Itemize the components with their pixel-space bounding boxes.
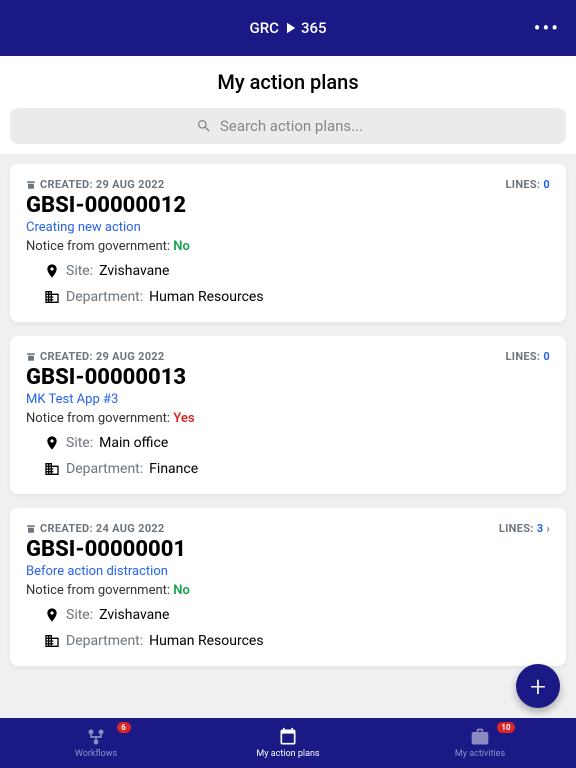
brand-text-left: GRC bbox=[249, 19, 278, 37]
plan-id: GBSI-00000013 bbox=[26, 365, 550, 390]
plan-id: GBSI-00000012 bbox=[26, 193, 550, 218]
gov-notice: Notice from government: No bbox=[26, 239, 550, 254]
dept-row: Department: Finance bbox=[44, 460, 550, 478]
calendar-icon: 31 bbox=[277, 727, 299, 747]
nav-activities[interactable]: 10 My activities bbox=[384, 718, 576, 768]
card-header: CREATED: 29 AUG 2022 LINES: 0 bbox=[26, 350, 550, 363]
brand-text-right: 365 bbox=[301, 19, 327, 37]
archive-icon bbox=[26, 180, 36, 190]
add-button[interactable]: + bbox=[516, 664, 560, 708]
site-row: Site: Zvishavane bbox=[44, 606, 550, 624]
search-icon bbox=[196, 118, 212, 134]
plan-name[interactable]: Creating new action bbox=[26, 220, 550, 235]
cards-list: CREATED: 29 AUG 2022 LINES: 0 GBSI-00000… bbox=[0, 154, 576, 690]
plan-name[interactable]: Before action distraction bbox=[26, 564, 550, 579]
building-icon bbox=[44, 288, 60, 306]
nav-plans-label: My action plans bbox=[256, 749, 319, 759]
lines-count[interactable]: LINES: 3 › bbox=[499, 522, 550, 535]
nav-workflows[interactable]: 6 Workflows bbox=[0, 718, 192, 768]
plan-id: GBSI-00000001 bbox=[26, 537, 550, 562]
search-input[interactable] bbox=[220, 117, 380, 135]
search-bar[interactable] bbox=[10, 108, 566, 144]
play-icon bbox=[281, 19, 299, 37]
lines-count: LINES: 0 bbox=[506, 178, 550, 191]
app-header: GRC 365 ••• bbox=[0, 0, 576, 56]
workflows-icon bbox=[85, 727, 107, 747]
nav-plans[interactable]: 31 My action plans bbox=[192, 718, 384, 768]
plan-card[interactable]: CREATED: 24 AUG 2022 LINES: 3 › GBSI-000… bbox=[10, 508, 566, 666]
archive-icon bbox=[26, 352, 36, 362]
plan-card[interactable]: CREATED: 29 AUG 2022 LINES: 0 GBSI-00000… bbox=[10, 336, 566, 494]
lines-count: LINES: 0 bbox=[506, 350, 550, 363]
activities-icon bbox=[469, 727, 491, 747]
pin-icon bbox=[44, 434, 60, 452]
created-date: CREATED: 29 AUG 2022 bbox=[26, 178, 165, 191]
site-row: Site: Main office bbox=[44, 434, 550, 452]
created-date: CREATED: 29 AUG 2022 bbox=[26, 350, 165, 363]
created-date: CREATED: 24 AUG 2022 bbox=[26, 522, 165, 535]
nav-workflows-label: Workflows bbox=[75, 749, 117, 759]
workflows-badge: 6 bbox=[117, 722, 131, 733]
dept-row: Department: Human Resources bbox=[44, 288, 550, 306]
bottom-nav: 6 Workflows 31 My action plans 10 My act… bbox=[0, 718, 576, 768]
plan-name[interactable]: MK Test App #3 bbox=[26, 392, 550, 407]
svg-text:31: 31 bbox=[284, 735, 293, 744]
activities-badge: 10 bbox=[497, 722, 514, 733]
site-row: Site: Zvishavane bbox=[44, 262, 550, 280]
brand-logo: GRC 365 bbox=[249, 19, 326, 37]
page-title: My action plans bbox=[0, 56, 576, 108]
card-header: CREATED: 24 AUG 2022 LINES: 3 › bbox=[26, 522, 550, 535]
dept-row: Department: Human Resources bbox=[44, 632, 550, 650]
pin-icon bbox=[44, 262, 60, 280]
pin-icon bbox=[44, 606, 60, 624]
nav-activities-label: My activities bbox=[455, 749, 505, 759]
building-icon bbox=[44, 460, 60, 478]
gov-notice: Notice from government: Yes bbox=[26, 411, 550, 426]
plan-card[interactable]: CREATED: 29 AUG 2022 LINES: 0 GBSI-00000… bbox=[10, 164, 566, 322]
gov-notice: Notice from government: No bbox=[26, 583, 550, 598]
menu-button[interactable]: ••• bbox=[534, 16, 560, 40]
search-container bbox=[0, 108, 576, 154]
archive-icon bbox=[26, 524, 36, 534]
card-header: CREATED: 29 AUG 2022 LINES: 0 bbox=[26, 178, 550, 191]
building-icon bbox=[44, 632, 60, 650]
